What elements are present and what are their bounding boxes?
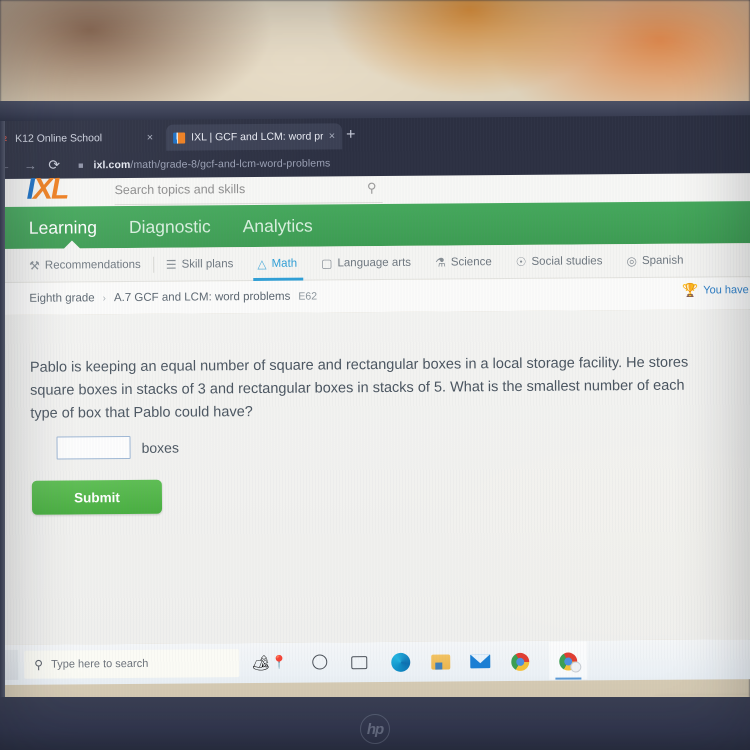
breadcrumb-skill[interactable]: A.7 GCF and LCM: word problems bbox=[114, 291, 290, 304]
hp-logo: hp bbox=[360, 714, 390, 744]
search-input[interactable]: Search topics and skills ⚲ bbox=[114, 178, 383, 206]
answer-unit-label: boxes bbox=[141, 439, 179, 456]
url-domain: ixl.com bbox=[93, 158, 131, 171]
nav-item-learning[interactable]: Learning bbox=[29, 217, 97, 239]
browser-tab-k12[interactable]: 12 K12 Online School × bbox=[0, 125, 160, 152]
search-placeholder: Search topics and skills bbox=[114, 182, 246, 198]
tab-label: Math bbox=[271, 257, 298, 270]
tab-label: Language arts bbox=[337, 256, 412, 269]
social-studies-icon: ☉ bbox=[515, 254, 527, 269]
browser-chrome: 12 K12 Online School × x IXL | GCF and L… bbox=[0, 115, 750, 182]
location-pin-icon: 📍 bbox=[271, 654, 288, 670]
tab-recommendations[interactable]: ⚒ Recommendations bbox=[29, 247, 153, 282]
primary-nav: Learning Diagnostic Analytics bbox=[0, 200, 750, 250]
weather-icon: 🏕 bbox=[251, 654, 271, 673]
tab-science[interactable]: ⚗ Science bbox=[423, 245, 504, 280]
address-bar[interactable]: ixl.com/math/grade-8/gcf-and-lcm-word-pr… bbox=[93, 157, 330, 171]
forward-icon[interactable]: → bbox=[22, 158, 38, 173]
tab-social-studies[interactable]: ☉ Social studies bbox=[504, 244, 615, 279]
screen-left-edge bbox=[0, 121, 5, 701]
task-view-icon[interactable] bbox=[349, 651, 371, 673]
prizes-text: You have prizes to bbox=[703, 284, 750, 297]
math-icon: △ bbox=[257, 256, 267, 271]
breadcrumb-separator-icon: › bbox=[102, 292, 107, 304]
prizes-banner[interactable]: 🏆 You have prizes to bbox=[682, 282, 750, 299]
ixl-logo-xl: XL bbox=[32, 172, 68, 206]
url-path: /math/grade-8/gcf-and-lcm-word-problems bbox=[130, 156, 331, 171]
taskbar-search-placeholder: Type here to search bbox=[51, 657, 149, 671]
close-tab-icon[interactable]: × bbox=[329, 130, 336, 142]
search-icon[interactable]: ⚲ bbox=[367, 180, 377, 196]
browser-tab-ixl[interactable]: x IXL | GCF and LCM: word proble × bbox=[166, 123, 343, 151]
tab-label: Skill plans bbox=[181, 257, 234, 271]
breadcrumb-grade[interactable]: Eighth grade bbox=[29, 292, 94, 305]
language-arts-icon: ▢ bbox=[321, 255, 333, 270]
answer-row: boxes bbox=[56, 435, 179, 460]
close-tab-icon[interactable]: × bbox=[147, 132, 154, 144]
skill-plans-icon: ☰ bbox=[165, 257, 177, 272]
search-icon: ⚲ bbox=[34, 657, 44, 672]
chrome-badge bbox=[570, 661, 582, 673]
tab-label: Spanish bbox=[641, 254, 684, 267]
nav-item-analytics[interactable]: Analytics bbox=[243, 215, 313, 237]
question-panel: Pablo is keeping an equal number of squa… bbox=[0, 308, 750, 701]
nav-item-diagnostic[interactable]: Diagnostic bbox=[129, 216, 211, 238]
breadcrumb-skill-code: E62 bbox=[298, 290, 318, 303]
recommendations-icon: ⚒ bbox=[29, 258, 40, 273]
tab-label: Science bbox=[450, 255, 492, 268]
cortana-icon[interactable] bbox=[309, 651, 331, 673]
taskbar-search-input[interactable]: ⚲ Type here to search bbox=[24, 649, 240, 679]
chrome-active-icon[interactable] bbox=[549, 641, 588, 680]
lock-icon: ■ bbox=[78, 159, 84, 170]
science-icon: ⚗ bbox=[434, 255, 446, 270]
file-explorer-icon[interactable] bbox=[429, 650, 451, 672]
news-weather-widget[interactable]: 🏕 📍 bbox=[251, 654, 287, 672]
tab-label: Recommendations bbox=[44, 258, 141, 272]
ixl-logo[interactable]: IXL bbox=[26, 172, 67, 206]
edge-icon[interactable] bbox=[389, 651, 411, 673]
tab-math[interactable]: △ Math bbox=[245, 246, 309, 281]
windows-taskbar: ⚲ Type here to search 🏕 📍 bbox=[0, 638, 750, 686]
chrome-icon[interactable] bbox=[509, 650, 531, 672]
reload-icon[interactable]: ⟳ bbox=[48, 157, 60, 174]
mail-icon[interactable] bbox=[469, 650, 491, 672]
laptop-screen: 12 K12 Online School × x IXL | GCF and L… bbox=[0, 115, 750, 701]
tab-title: IXL | GCF and LCM: word proble bbox=[191, 130, 323, 144]
taskbar-icons bbox=[309, 641, 588, 681]
spanish-icon: ◎ bbox=[626, 253, 637, 268]
ixl-favicon: x bbox=[173, 132, 186, 144]
new-tab-icon[interactable]: + bbox=[346, 126, 355, 144]
trophy-icon: 🏆 bbox=[681, 282, 699, 298]
answer-input[interactable] bbox=[56, 435, 131, 460]
tab-spanish[interactable]: ◎ Spanish bbox=[614, 243, 695, 278]
tab-label: Social studies bbox=[531, 254, 603, 268]
submit-button[interactable]: Submit bbox=[31, 479, 163, 515]
question-text: Pablo is keeping an equal number of squa… bbox=[29, 354, 689, 422]
tab-title: K12 Online School bbox=[15, 132, 103, 145]
tab-skill-plans[interactable]: ☰ Skill plans bbox=[154, 247, 246, 282]
tab-language-arts[interactable]: ▢ Language arts bbox=[309, 245, 423, 280]
